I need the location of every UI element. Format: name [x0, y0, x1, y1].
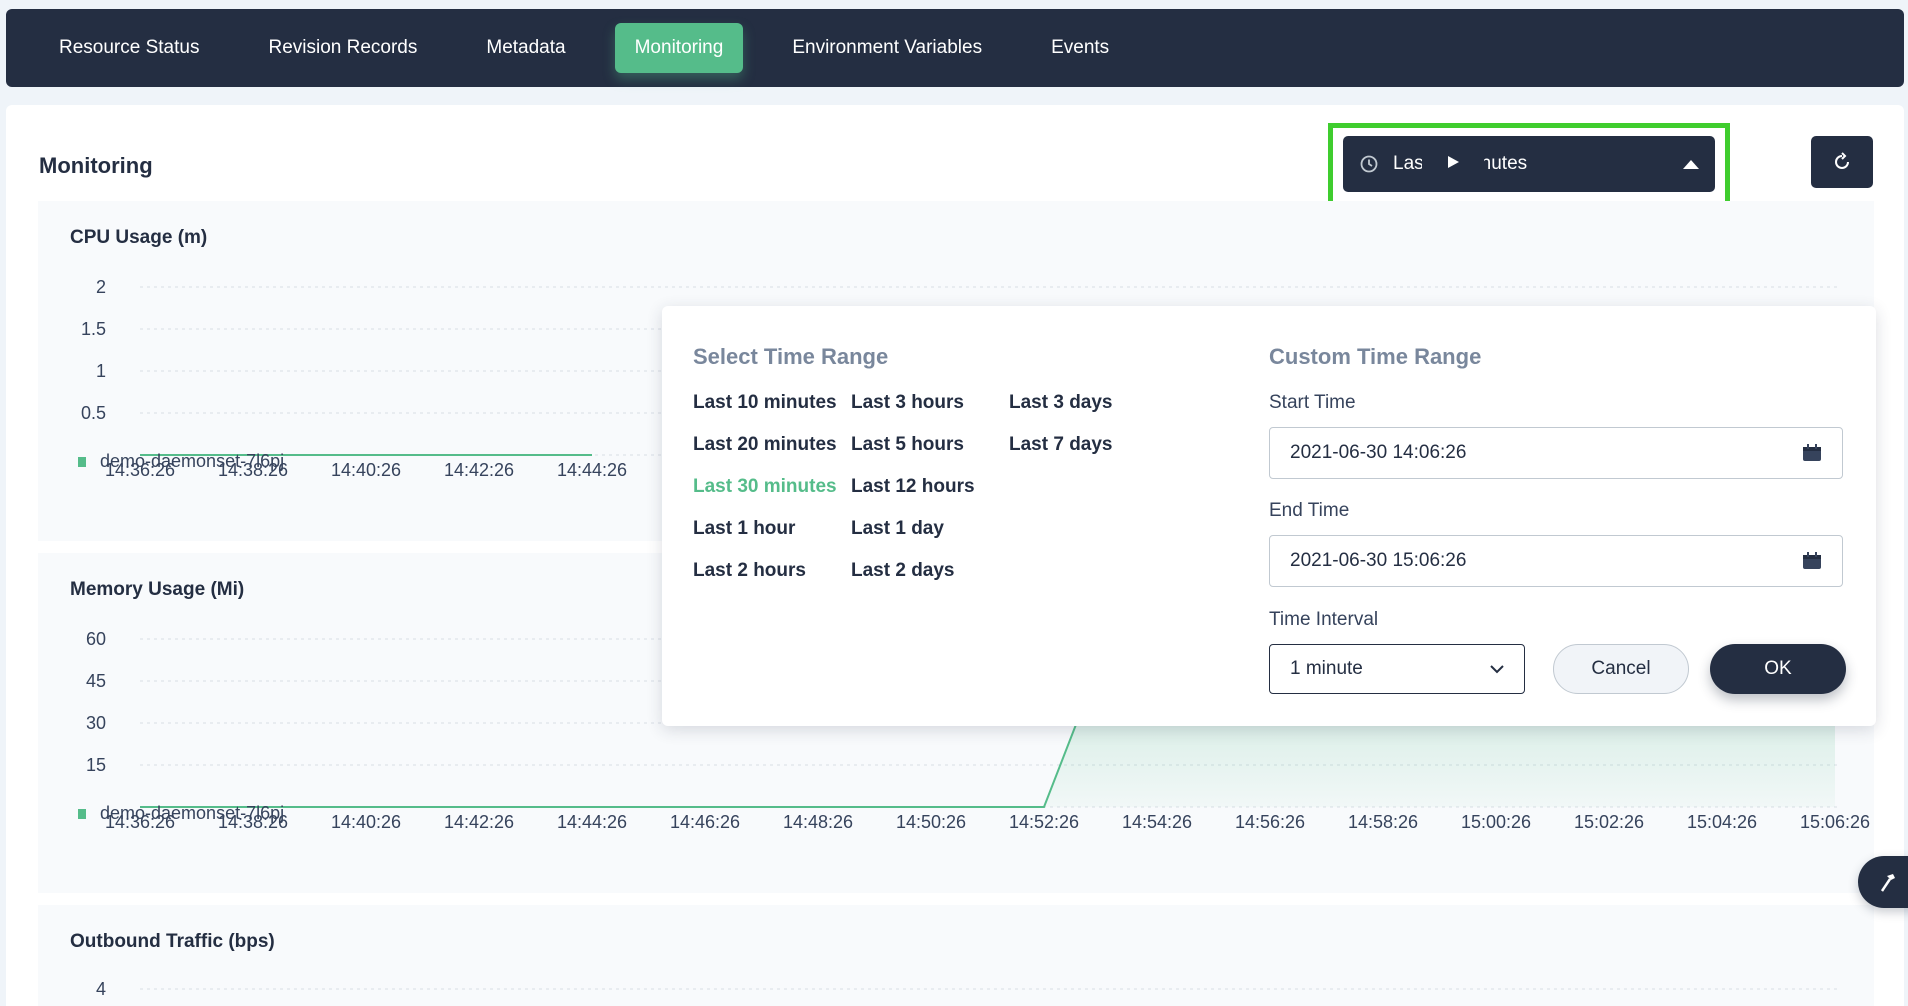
select-time-range-heading: Select Time Range	[693, 344, 889, 369]
y-tick-label: 30	[86, 713, 106, 733]
x-tick-label: 14:40:26	[331, 460, 401, 480]
y-tick-label: 0.5	[81, 403, 106, 423]
monitoring-panel: Monitoring Last 30 minutes CPU Usage (m)…	[6, 105, 1904, 1006]
x-tick-label: 14:48:26	[783, 812, 853, 832]
cpu-legend: demo-daemonset-7l6pj	[78, 451, 284, 472]
y-tick-label: 2	[96, 277, 106, 297]
time-range-popover: Select Time Range Last 10 minutes Last 20…	[662, 306, 1876, 726]
range-option[interactable]: Last 10 minutes	[693, 392, 837, 414]
custom-time-range-heading: Custom Time Range	[1269, 344, 1482, 369]
tab-events[interactable]: Events	[1031, 23, 1129, 73]
x-tick-label: 15:00:26	[1461, 812, 1531, 832]
cpu-legend-label: demo-daemonset-7l6pj	[100, 451, 285, 471]
tool-button[interactable]	[1858, 856, 1908, 908]
clock-icon	[1360, 155, 1378, 173]
cancel-button[interactable]: Cancel	[1553, 644, 1689, 694]
y-tick-label: 60	[86, 629, 106, 649]
x-tick-label: 14:52:26	[1009, 812, 1079, 832]
x-tick-label: 14:44:26	[557, 812, 627, 832]
outbound-chart: 4	[96, 979, 1838, 999]
y-tick-label: 4	[96, 979, 106, 999]
start-time-value: 2021-06-30 14:06:26	[1290, 442, 1467, 463]
caret-up-icon	[1683, 159, 1699, 169]
time-interval-label: Time Interval	[1269, 609, 1379, 630]
x-tick-label: 14:44:26	[557, 460, 627, 480]
x-tick-label: 14:58:26	[1348, 812, 1418, 832]
x-tick-label: 15:02:26	[1574, 812, 1644, 832]
memory-legend: demo-daemonset-7l6pj	[78, 803, 284, 824]
y-tick-label: 45	[86, 671, 106, 691]
range-option[interactable]: Last 3 hours	[851, 392, 964, 414]
range-option[interactable]: Last 2 days	[851, 560, 955, 582]
y-tick-label: 1	[96, 361, 106, 381]
tab-resource-status[interactable]: Resource Status	[39, 23, 219, 73]
end-time-label: End Time	[1269, 500, 1350, 521]
memory-legend-label: demo-daemonset-7l6pj	[100, 803, 285, 823]
x-tick-label: 15:06:26	[1800, 812, 1870, 832]
hammer-icon	[1880, 874, 1895, 892]
range-option[interactable]: Last 2 hours	[693, 560, 806, 582]
legend-swatch	[78, 808, 86, 819]
legend-swatch	[78, 456, 86, 467]
x-tick-label: 14:46:26	[670, 812, 740, 832]
refresh-icon	[1835, 152, 1849, 169]
x-tick-label: 14:50:26	[896, 812, 966, 832]
tab-metadata[interactable]: Metadata	[466, 23, 585, 73]
range-option[interactable]: Last 1 hour	[693, 518, 795, 540]
range-option[interactable]: Last 3 days	[1009, 392, 1113, 414]
tab-revision-records[interactable]: Revision Records	[248, 23, 437, 73]
tab-monitoring[interactable]: Monitoring	[614, 23, 744, 73]
time-range-select[interactable]: Last 30 minutes	[1343, 136, 1715, 192]
tab-bar: Resource Status Revision Records Metadat…	[6, 9, 1904, 87]
calendar-icon	[1803, 552, 1821, 569]
range-option[interactable]: Last 7 days	[1009, 434, 1113, 456]
range-option[interactable]: Last 1 day	[851, 518, 944, 540]
outbound-chart-card: Outbound Traffic (bps) 4	[38, 905, 1874, 1006]
calendar-icon	[1803, 444, 1821, 461]
x-tick-label: 14:54:26	[1122, 812, 1192, 832]
play-button[interactable]	[1422, 136, 1484, 188]
tab-environment-variables[interactable]: Environment Variables	[772, 23, 1002, 73]
x-tick-label: 14:40:26	[331, 812, 401, 832]
x-tick-label: 14:42:26	[444, 460, 514, 480]
end-time-value: 2021-06-30 15:06:26	[1290, 550, 1467, 571]
x-tick-label: 14:42:26	[444, 812, 514, 832]
y-tick-label: 1.5	[81, 319, 106, 339]
ok-button[interactable]: OK	[1710, 644, 1846, 694]
range-option[interactable]: Last 5 hours	[851, 434, 964, 456]
end-time-field[interactable]: 2021-06-30 15:06:26	[1269, 535, 1843, 587]
refresh-button[interactable]	[1811, 136, 1873, 188]
play-icon	[1448, 156, 1459, 168]
x-tick-label: 14:56:26	[1235, 812, 1305, 832]
start-time-field[interactable]: 2021-06-30 14:06:26	[1269, 427, 1843, 479]
outbound-chart-title: Outbound Traffic (bps)	[70, 931, 275, 952]
start-time-label: Start Time	[1269, 392, 1356, 413]
range-option[interactable]: Last 30 minutes	[693, 476, 837, 498]
chevron-down-icon	[1490, 665, 1504, 674]
time-interval-select[interactable]: 1 minute	[1269, 644, 1525, 694]
y-tick-label: 15	[86, 755, 106, 775]
x-tick-label: 15:04:26	[1687, 812, 1757, 832]
range-option[interactable]: Last 12 hours	[851, 476, 975, 498]
page-title: Monitoring	[39, 153, 153, 178]
time-interval-value: 1 minute	[1290, 658, 1363, 679]
range-option[interactable]: Last 20 minutes	[693, 434, 837, 456]
